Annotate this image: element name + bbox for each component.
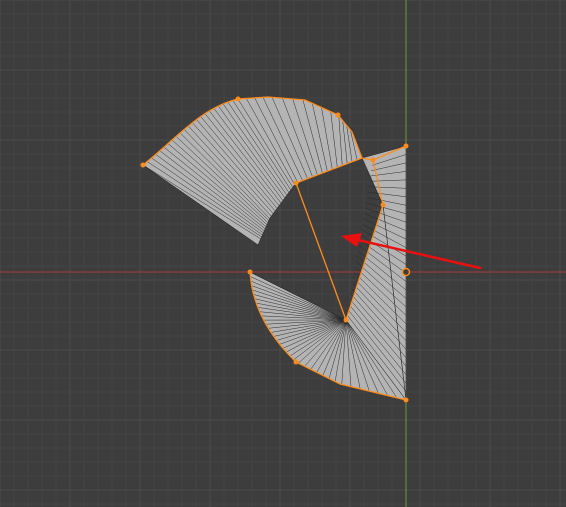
mesh-vertex[interactable] xyxy=(140,162,146,168)
mesh-vertex[interactable] xyxy=(293,359,299,365)
mesh-vertex[interactable] xyxy=(380,202,386,208)
mesh-vertex[interactable] xyxy=(403,397,409,403)
mesh-face-bottom-arc[interactable] xyxy=(249,204,407,401)
mesh-vertex[interactable] xyxy=(293,180,299,186)
mesh-vertex[interactable] xyxy=(343,317,349,323)
mesh-vertex[interactable] xyxy=(247,269,253,275)
origin-point[interactable] xyxy=(401,267,411,277)
viewport-grid xyxy=(0,0,566,507)
mesh-vertex[interactable] xyxy=(370,157,376,163)
viewport-canvas[interactable] xyxy=(0,0,566,507)
mesh-vertex[interactable] xyxy=(235,96,241,102)
3d-viewport[interactable] xyxy=(0,0,566,507)
mesh-vertex[interactable] xyxy=(335,112,341,118)
mesh-vertex[interactable] xyxy=(403,143,409,149)
